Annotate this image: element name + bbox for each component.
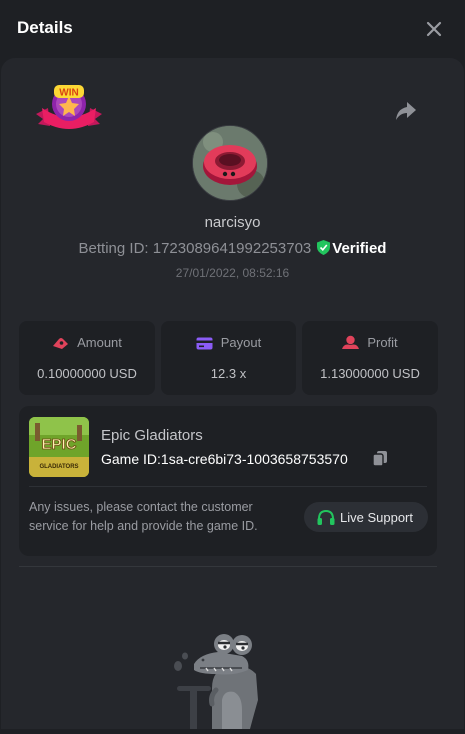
headset-icon: [317, 509, 335, 525]
svg-text:WIN: WIN: [59, 88, 78, 99]
svg-text:GLADIATORS: GLADIATORS: [39, 464, 78, 470]
game-id-label: Game ID:: [101, 451, 161, 467]
game-id-value: 1sa-cre6bi73-1003658753570: [160, 451, 348, 467]
stat-card-profit: Profit 1.13000000 USD: [302, 321, 438, 395]
live-support-label: Live Support: [340, 510, 413, 525]
stat-label-amount: Amount: [77, 335, 122, 350]
help-text: Any issues, please contact the customer …: [29, 500, 258, 533]
stat-value-payout: 12.3 x: [210, 366, 247, 381]
dialog-title: Details: [17, 18, 73, 37]
game-thumbnail[interactable]: EPIC GLADIATORS: [29, 417, 89, 477]
svg-text:EPIC: EPIC: [41, 436, 76, 453]
stat-value-profit: 1.13000000 USD: [320, 366, 420, 381]
amount-icon: [53, 338, 69, 349]
verified-shield-icon: [317, 240, 331, 255]
win-badge-icon: WIN: [34, 84, 104, 138]
share-icon[interactable]: [394, 100, 418, 122]
game-id-row: Game ID:1sa-cre6bi73-1003658753570: [101, 451, 348, 467]
card-icon: [196, 337, 213, 350]
section-divider: [19, 566, 437, 567]
username: narcisyo: [204, 214, 261, 231]
avatar: [192, 125, 268, 201]
profit-icon: [342, 335, 360, 349]
stat-label-profit: Profit: [367, 335, 398, 350]
stat-value-amount: 0.10000000 USD: [37, 366, 137, 381]
bet-timestamp: 27/01/2022, 08:52:16: [175, 266, 290, 280]
betting-id-label: Betting ID:: [78, 240, 149, 257]
crocodile-mascot-icon: [172, 630, 292, 729]
betting-id-row: Betting ID: 1723089641992253703 Verified: [0, 240, 465, 257]
betting-id-value: 1723089641992253703: [152, 240, 312, 257]
divider: [29, 486, 427, 487]
stat-card-amount: Amount 0.10000000 USD: [19, 321, 155, 395]
dialog-header: Details: [0, 0, 465, 58]
game-card: EPIC GLADIATORS Epic Gladiators Game ID:…: [19, 406, 437, 556]
stat-card-payout: Payout 12.3 x: [161, 321, 296, 395]
copy-icon[interactable]: [372, 450, 388, 467]
stat-label-payout: Payout: [220, 335, 262, 350]
close-icon[interactable]: [424, 19, 444, 39]
verified-label: Verified: [332, 240, 387, 257]
game-name: Epic Gladiators: [101, 427, 203, 444]
live-support-button[interactable]: Live Support: [304, 502, 428, 532]
